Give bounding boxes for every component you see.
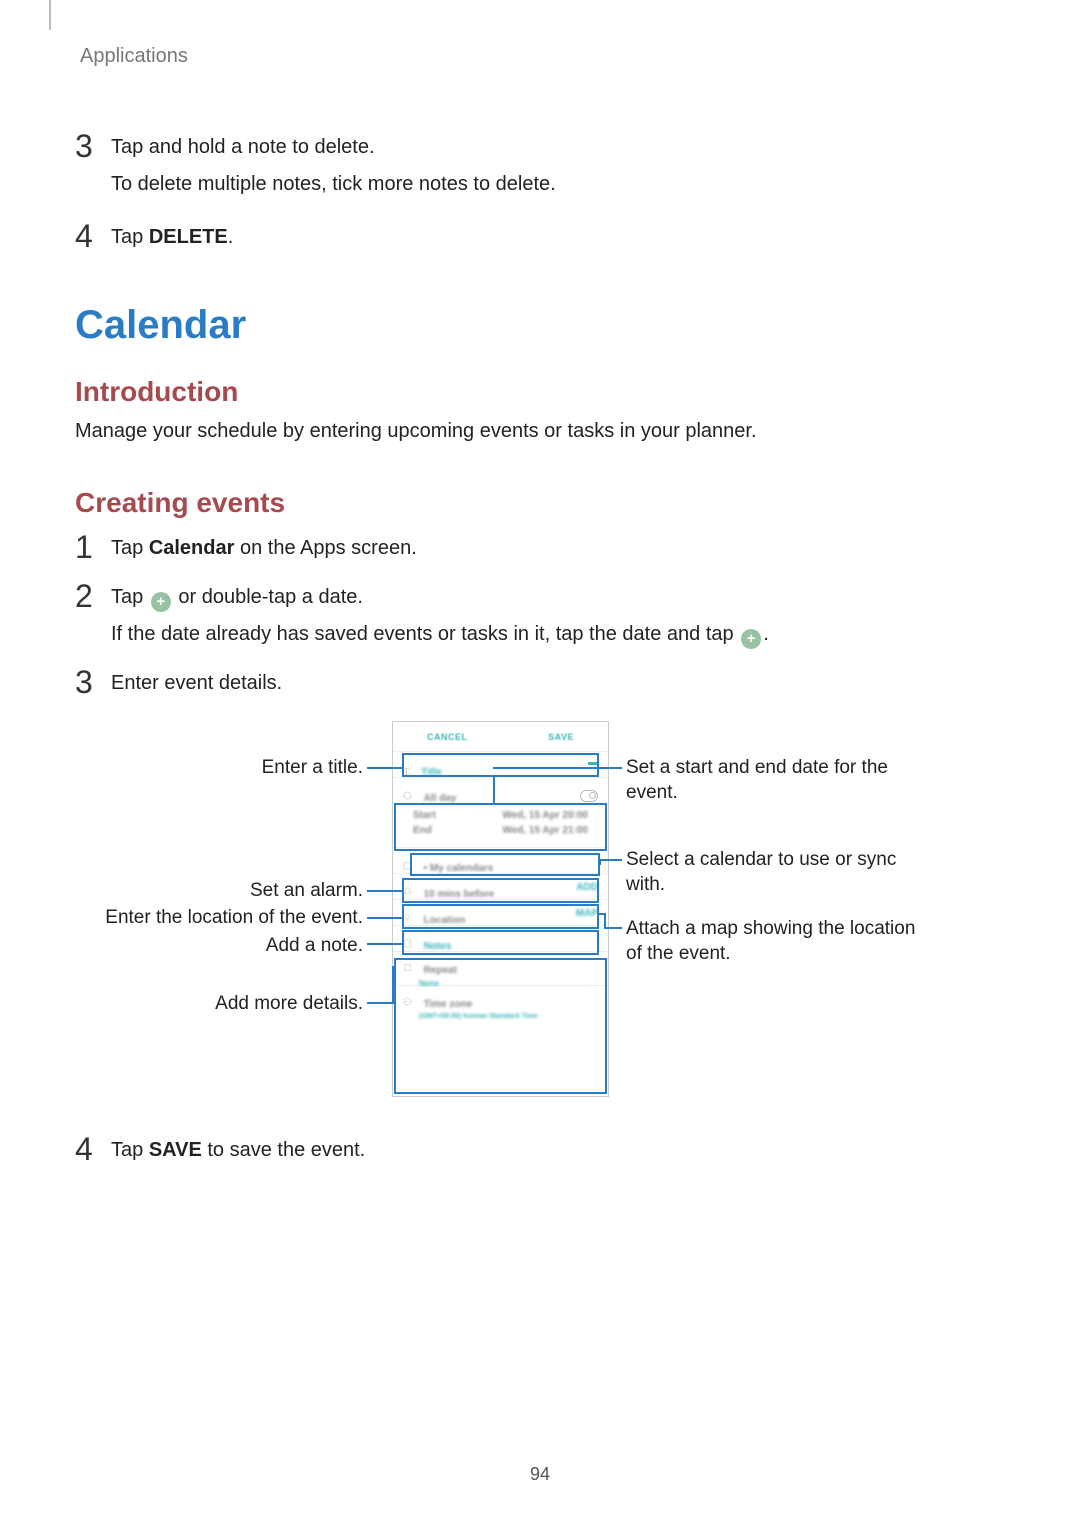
phone-screenshot: CANCEL SAVE T Title All day StartWed, 15… [392, 721, 609, 1097]
step-text: Tap and hold a note to delete. [111, 136, 375, 158]
bell-icon [403, 887, 412, 896]
create-step-3: 3 Enter event details. [75, 664, 1005, 699]
cancel-button[interactable]: CANCEL [427, 732, 468, 742]
header-divider [49, 0, 51, 30]
step-number: 4 [75, 218, 111, 252]
pin-icon [403, 913, 412, 922]
repeat-icon [403, 963, 412, 972]
timezone-row[interactable]: Time zone (GMT+09:00) Korean Standard Ti… [393, 986, 608, 1026]
alarm-row[interactable]: 10 mins before ADD [393, 874, 608, 900]
create-step-2: 2 Tap + or double-tap a date. If the dat… [75, 578, 1005, 650]
step-bold: DELETE [149, 226, 228, 248]
step-number: 2 [75, 578, 111, 612]
step-number: 4 [75, 1131, 111, 1165]
step-suffix: . [228, 226, 234, 248]
callout-dates: Set a start and end date for the event. [626, 756, 926, 805]
page-number: 94 [0, 1464, 1080, 1485]
top-bar: CANCEL SAVE [393, 722, 608, 752]
calendar-row[interactable]: • My calendars [393, 848, 608, 874]
date-row[interactable]: StartWed, 15 Apr 20:00 EndWed, 15 Apr 21… [393, 804, 608, 848]
plus-icon: + [151, 592, 171, 612]
callout-note: Add a note. [105, 934, 363, 959]
prev-step-3: 3 Tap and hold a note to delete. To dele… [75, 128, 1005, 200]
callout-map: Attach a map showing the location of the… [626, 917, 926, 966]
step-number: 3 [75, 664, 111, 698]
clock-icon [403, 791, 412, 800]
step-text: Tap [111, 226, 149, 248]
step-number: 1 [75, 529, 111, 563]
sub-title-intro: Introduction [75, 376, 1005, 408]
title-row[interactable]: T Title [393, 752, 608, 778]
page-title: Calendar [75, 303, 1005, 348]
repeat-row[interactable]: Repeat None [393, 952, 608, 986]
save-button[interactable]: SAVE [548, 732, 574, 742]
prev-step-4: 4 Tap DELETE. [75, 218, 1005, 253]
sub-title-creating: Creating events [75, 487, 1005, 519]
event-editor-diagram: CANCEL SAVE T Title All day StartWed, 15… [105, 721, 975, 1101]
note-icon [403, 939, 412, 948]
create-step-4: 4 Tap SAVE to save the event. [75, 1131, 1005, 1166]
globe-icon [403, 997, 412, 1006]
calendar-icon [403, 861, 412, 870]
plus-icon: + [741, 629, 761, 649]
step-number: 3 [75, 128, 111, 162]
allday-row[interactable]: All day [393, 778, 608, 804]
callout-calendar: Select a calendar to use or sync with. [626, 848, 936, 897]
notes-row[interactable]: Notes [393, 926, 608, 952]
intro-text: Manage your schedule by entering upcomin… [75, 416, 1005, 447]
callout-title: Enter a title. [105, 756, 363, 781]
callout-location: Enter the location of the event. [105, 906, 363, 931]
section-header: Applications [80, 45, 1005, 68]
color-label-icon [588, 762, 598, 765]
callout-alarm: Set an alarm. [105, 879, 363, 904]
callout-more: Add more details. [105, 992, 363, 1017]
location-row[interactable]: Location MAP [393, 900, 608, 926]
step-subtext: To delete multiple notes, tick more note… [111, 169, 1005, 200]
create-step-1: 1 Tap Calendar on the Apps screen. [75, 529, 1005, 564]
